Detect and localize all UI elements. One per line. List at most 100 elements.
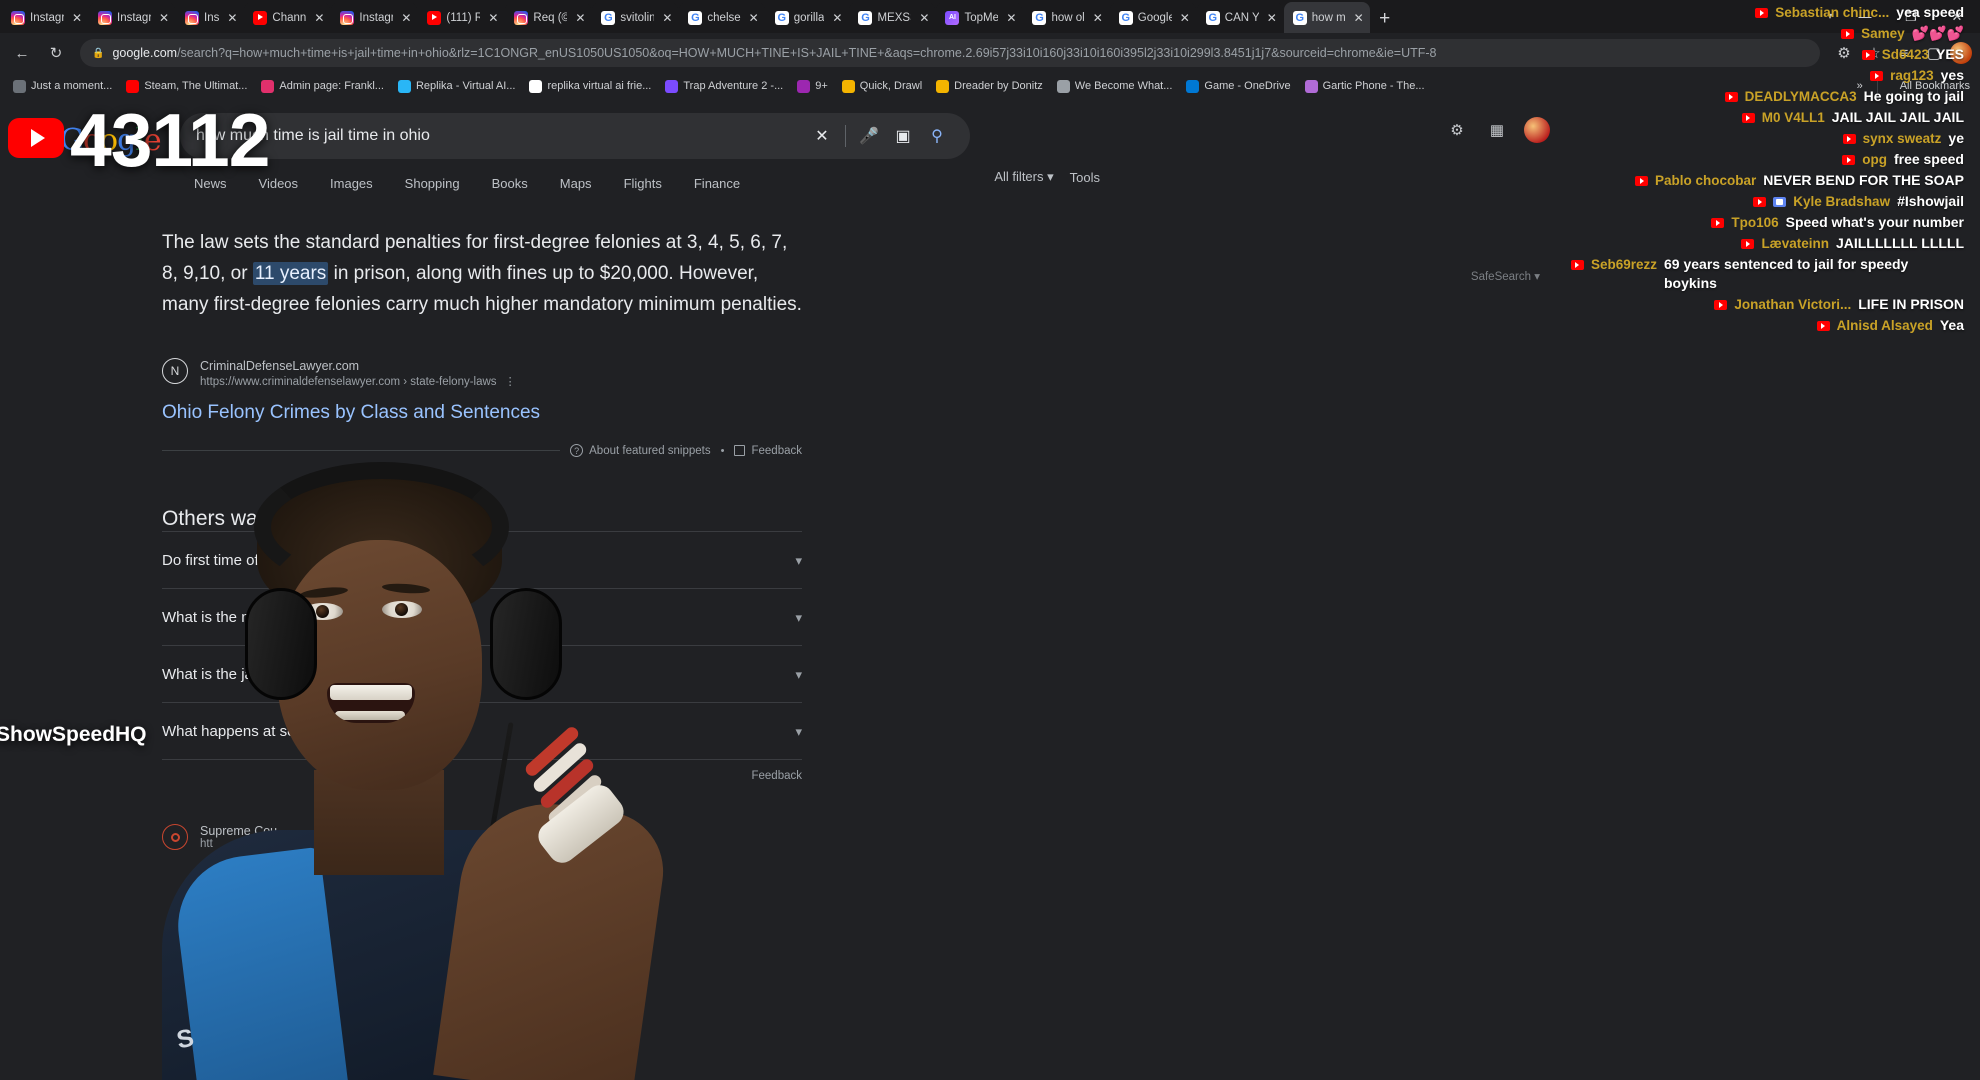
bookmark-label: Game - OneDrive — [1204, 80, 1290, 92]
tab-close-icon[interactable]: ✕ — [919, 12, 929, 24]
back-icon[interactable]: ← — [8, 39, 36, 67]
bookmark-item[interactable]: replika virtual ai frie... — [522, 78, 658, 95]
tab-close-icon[interactable]: ✕ — [832, 12, 842, 24]
bookmark-favicon — [398, 80, 411, 93]
chevron-down-icon[interactable]: ▾ — [795, 610, 802, 626]
browser-tab[interactable]: Channe✕ — [244, 2, 330, 33]
browser-tab[interactable]: svitolin✕ — [592, 2, 678, 33]
lens-icon[interactable]: ▣ — [886, 119, 920, 153]
chevron-down-icon[interactable]: ▾ — [795, 667, 802, 683]
search-tab-shopping[interactable]: Shopping — [391, 169, 474, 198]
chat-author[interactable]: opg — [1862, 150, 1887, 169]
chat-member-badge-icon — [1870, 71, 1883, 81]
browser-tab[interactable]: (111) R✕ — [418, 2, 504, 33]
voice-search-icon[interactable]: 🎤 — [852, 119, 886, 153]
reload-icon[interactable]: ↻ — [42, 39, 70, 67]
tab-close-icon[interactable]: ✕ — [575, 12, 585, 24]
chat-text: Yea — [1940, 316, 1964, 335]
viewer-count-overlay: 43112 — [70, 97, 269, 183]
chat-author[interactable]: Pablo chocobar — [1655, 171, 1756, 190]
search-box[interactable]: how much time is jail time in ohio ✕ 🎤 ▣… — [180, 113, 970, 159]
chevron-down-icon[interactable]: ▾ — [795, 724, 802, 740]
search-input[interactable]: how much time is jail time in ohio — [196, 127, 805, 145]
chat-author[interactable]: Tpo106 — [1731, 213, 1778, 232]
search-divider — [845, 125, 846, 147]
chat-author[interactable]: Sd6423 — [1882, 45, 1929, 64]
chat-message: Sd6423YES — [1330, 44, 1970, 65]
result-title-link[interactable]: Ohio Felony Crimes by Class and Sentence… — [162, 402, 802, 424]
tab-close-icon[interactable]: ✕ — [227, 12, 237, 24]
chat-author[interactable]: synx sweatz — [1863, 129, 1942, 148]
search-tab-books[interactable]: Books — [478, 169, 542, 198]
tools-button[interactable]: Tools — [1070, 170, 1100, 185]
streamer-facecam: S — [82, 470, 647, 1080]
chat-author[interactable]: Jonathan Victori... — [1734, 295, 1851, 314]
chat-message: rag123yes — [1330, 65, 1970, 86]
browser-tab[interactable]: Req (©✕ — [505, 2, 591, 33]
bookmark-item[interactable]: We Become What... — [1050, 78, 1180, 95]
instagram-icon — [11, 11, 25, 25]
browser-tab[interactable]: how ol✕ — [1023, 2, 1108, 33]
bookmark-favicon — [13, 80, 26, 93]
chat-author[interactable]: Sebastian chinc... — [1775, 3, 1889, 22]
browser-tab[interactable]: Google✕ — [1110, 2, 1196, 33]
browser-tab[interactable]: Instagr✕ — [331, 2, 417, 33]
browser-tab[interactable]: Ins✕ — [176, 2, 243, 33]
snippet-feedback-link[interactable]: Feedback — [734, 445, 802, 457]
search-tab-finance[interactable]: Finance — [680, 169, 754, 198]
chat-author[interactable]: Lævateinn — [1761, 234, 1829, 253]
tab-close-icon[interactable]: ✕ — [314, 12, 324, 24]
chat-author[interactable]: Seb69rezz — [1591, 255, 1657, 274]
bookmark-item[interactable]: Quick, Drawl — [835, 78, 929, 95]
chat-text: ye — [1948, 129, 1964, 148]
clear-search-icon[interactable]: ✕ — [805, 119, 839, 153]
tab-close-icon[interactable]: ✕ — [1006, 12, 1016, 24]
tab-close-icon[interactable]: ✕ — [488, 12, 498, 24]
browser-tab[interactable]: TopMe ✕ — [936, 2, 1022, 33]
tab-close-icon[interactable]: ✕ — [159, 12, 169, 24]
browser-tab[interactable]: CAN Y✕ — [1197, 2, 1283, 33]
facecam-headphone-cup-right — [490, 588, 562, 700]
search-tab-maps[interactable]: Maps — [546, 169, 606, 198]
search-tab-flights[interactable]: Flights — [610, 169, 676, 198]
bookmark-item[interactable]: Game - OneDrive — [1179, 78, 1297, 95]
search-icon[interactable]: ⚲ — [920, 119, 954, 153]
chat-author[interactable]: Kyle Bradshaw — [1793, 192, 1890, 211]
about-featured-snippets-link[interactable]: ? About featured snippets — [570, 444, 710, 457]
bookmark-item[interactable]: 9+ — [790, 78, 835, 95]
result-menu-icon[interactable]: ⋮ — [505, 374, 516, 390]
tab-close-icon[interactable]: ✕ — [1267, 12, 1277, 24]
bookmark-item[interactable]: Steam, The Ultimat... — [119, 78, 254, 95]
all-filters-button[interactable]: All filters ▾ — [994, 169, 1053, 185]
tab-close-icon[interactable]: ✕ — [401, 12, 411, 24]
browser-tab[interactable]: Instagr✕ — [89, 2, 175, 33]
chat-author[interactable]: DEADLYMACCA3 — [1745, 87, 1857, 106]
chat-author[interactable]: Samey — [1861, 24, 1905, 43]
tab-close-icon[interactable]: ✕ — [1180, 12, 1190, 24]
bookmark-item[interactable]: Just a moment... — [6, 78, 119, 95]
tab-close-icon[interactable]: ✕ — [72, 12, 82, 24]
browser-tab[interactable]: Instagr✕ — [2, 2, 88, 33]
chat-author[interactable]: rag123 — [1890, 66, 1934, 85]
bookmark-label: Steam, The Ultimat... — [144, 80, 247, 92]
search-tab-images[interactable]: Images — [316, 169, 387, 198]
tab-title: TopMe — [964, 12, 998, 24]
bookmark-favicon — [665, 80, 678, 93]
chat-author[interactable]: Alnisd Alsayed — [1837, 316, 1933, 335]
tab-close-icon[interactable]: ✕ — [662, 12, 672, 24]
chat-author[interactable]: M0 V4LL1 — [1762, 108, 1825, 127]
browser-tab[interactable]: gorilla✕ — [766, 2, 849, 33]
google-icon — [1206, 11, 1220, 25]
bookmark-item[interactable]: Dreader by Donitz — [929, 78, 1050, 95]
chevron-down-icon[interactable]: ▾ — [795, 553, 802, 569]
tab-close-icon[interactable]: ✕ — [749, 12, 759, 24]
bookmark-item[interactable]: Admin page: Frankl... — [254, 78, 391, 95]
snippet-source[interactable]: N CriminalDefenseLawyer.com https://www.… — [162, 358, 802, 390]
bookmark-item[interactable]: Trap Adventure 2 -... — [658, 78, 790, 95]
bookmark-item[interactable]: Replika - Virtual AI... — [391, 78, 522, 95]
tab-close-icon[interactable]: ✕ — [1093, 12, 1103, 24]
chat-member-badge-icon — [1571, 260, 1584, 270]
chat-text: 69 years sentenced to jail for speedy bo… — [1664, 255, 1964, 293]
browser-tab[interactable]: chelse✕ — [679, 2, 764, 33]
browser-tab[interactable]: MEXSS✕ — [849, 2, 935, 33]
